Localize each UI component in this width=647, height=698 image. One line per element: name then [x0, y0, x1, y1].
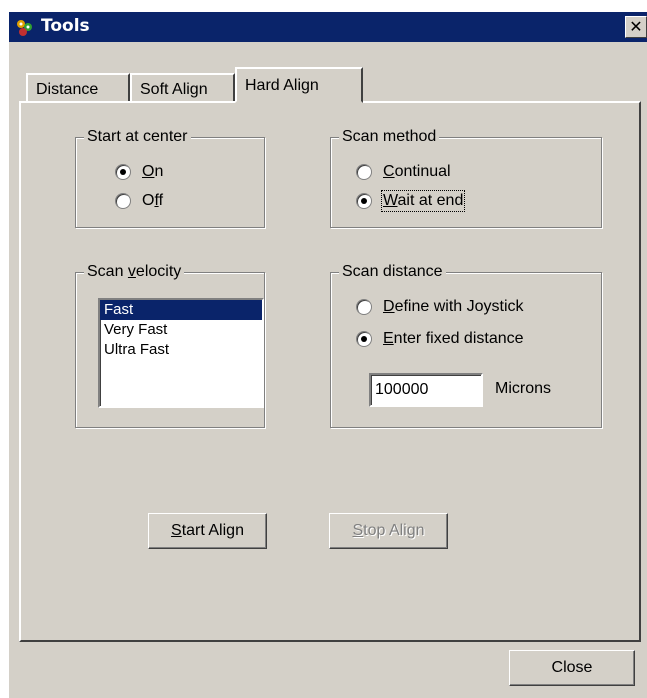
close-icon[interactable]: ✕ — [625, 16, 647, 38]
close-button[interactable]: Close — [509, 650, 635, 686]
tab-distance[interactable]: Distance — [26, 73, 130, 103]
tab-hard-align[interactable]: Hard Align — [235, 67, 363, 103]
window-title: Tools — [41, 16, 90, 36]
tools-window: Tools ✕ Distance Soft Align Hard Align — [7, 10, 647, 698]
tools-app-icon — [15, 18, 35, 38]
tab-panel — [19, 101, 641, 642]
tab-soft-align[interactable]: Soft Align — [130, 73, 235, 103]
title-bar[interactable]: Tools ✕ — [9, 12, 647, 42]
